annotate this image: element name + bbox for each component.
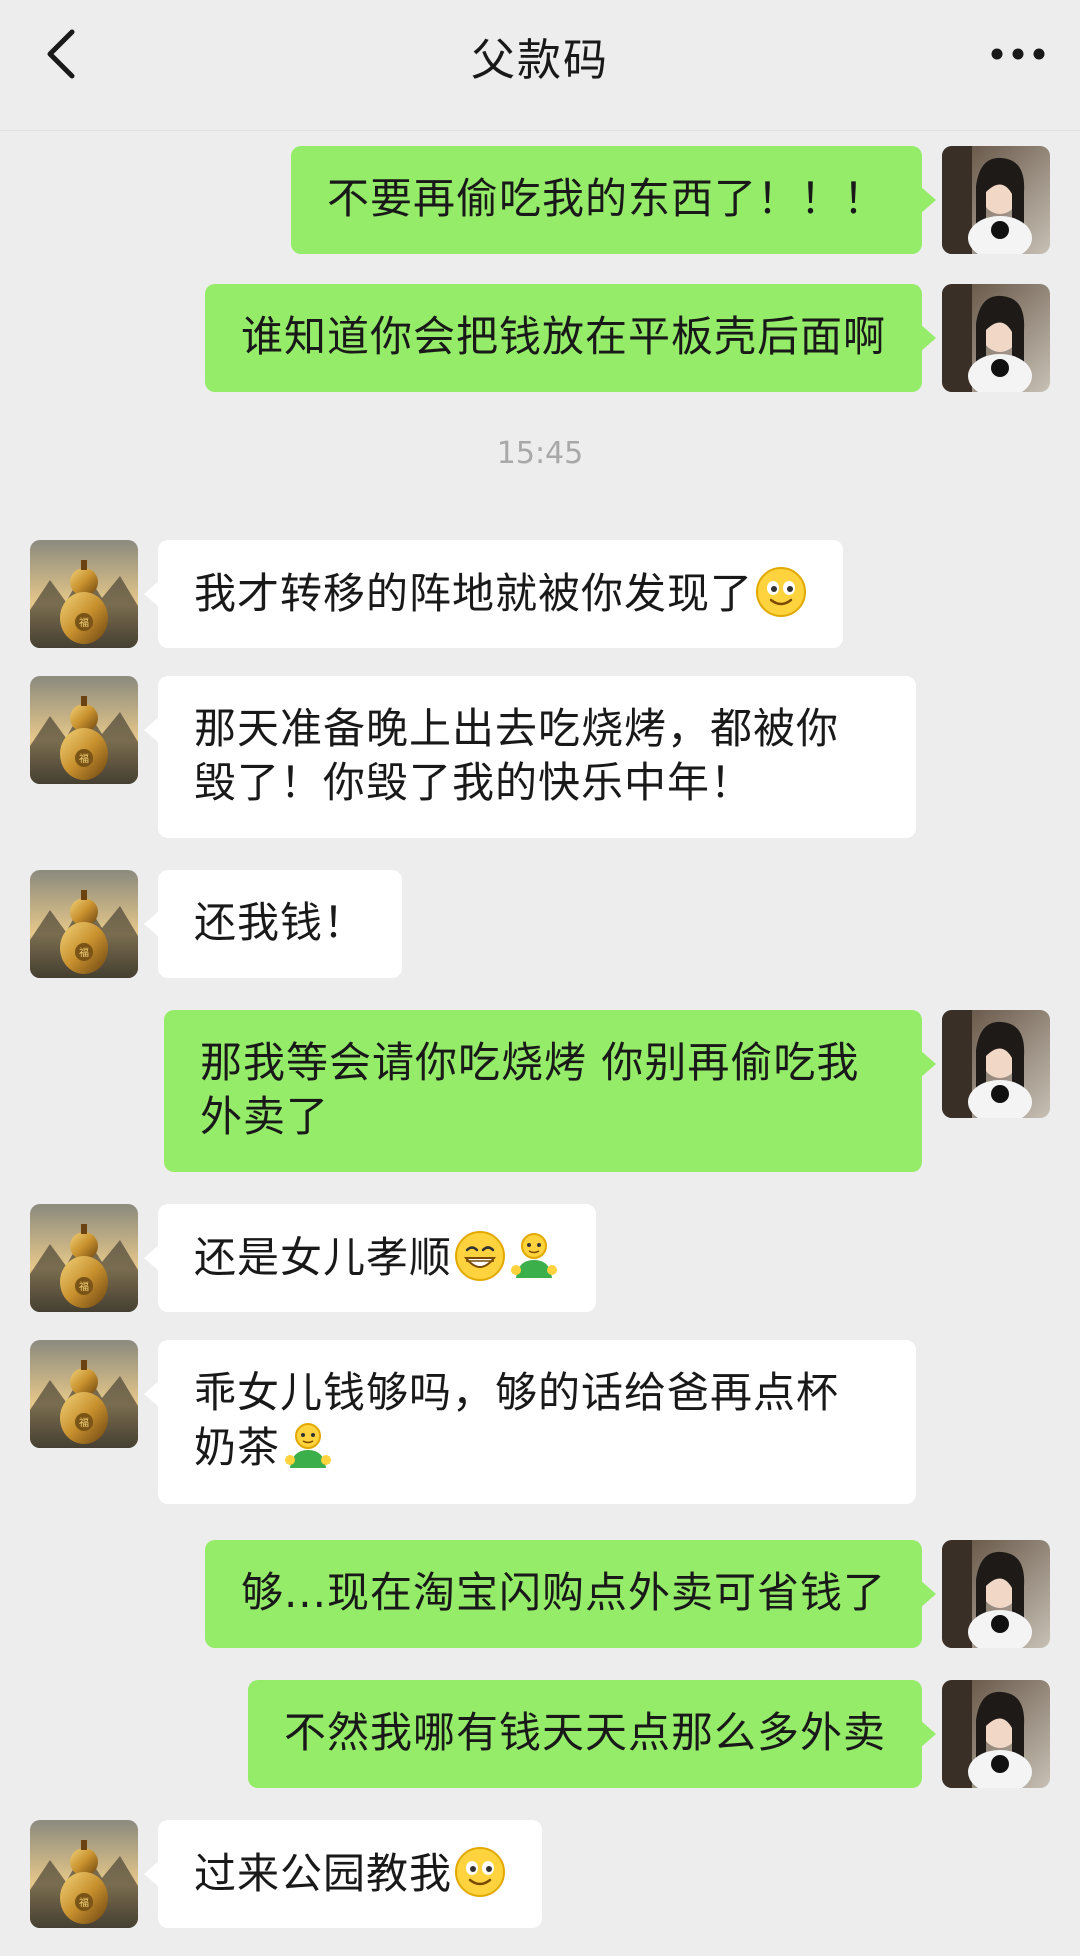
chat-header: 父款码 xyxy=(0,0,1080,131)
message-text: 够...现在淘宝闪购点外卖可省钱了 xyxy=(240,1568,886,1617)
avatar-father[interactable]: 福 xyxy=(30,870,138,978)
avatar-self[interactable] xyxy=(942,284,1050,392)
received-bubble[interactable]: 那天准备晚上出去吃烧烤，都被你 毁了！你毁了我的快乐中年！ xyxy=(144,676,916,838)
grin-emoji xyxy=(455,1231,506,1281)
sent-bubble[interactable]: 不然我哪有钱天天点那么多外卖 xyxy=(247,1680,937,1788)
svg-text:福: 福 xyxy=(79,616,89,629)
sent-bubble[interactable]: 谁知道你会把钱放在平板壳后面啊 xyxy=(204,284,937,392)
sent-bubble[interactable]: 不要再偷吃我的东西了！！！ xyxy=(290,146,937,254)
person-emoji xyxy=(285,1423,332,1468)
chat-message-list[interactable]: 不要再偷吃我的东西了！！！ 谁知道你会把钱放在平板壳后面啊 15:45 福 我才… xyxy=(0,130,1080,1956)
smile-emoji xyxy=(756,567,807,617)
smile-emoji xyxy=(455,1847,506,1897)
svg-text:福: 福 xyxy=(79,1280,89,1293)
message-text-line: 奶茶 xyxy=(194,1423,281,1472)
avatar-father[interactable]: 福 xyxy=(30,1204,138,1312)
message-text: 过来公园教我 xyxy=(194,1849,453,1898)
svg-text:福: 福 xyxy=(79,752,89,765)
received-bubble[interactable]: 还是女儿孝顺 xyxy=(143,1204,597,1312)
message-text-line-wrap: 奶茶 xyxy=(194,1420,880,1475)
chat-title: 父款码 xyxy=(471,35,609,86)
person-emoji xyxy=(511,1233,558,1278)
message-text: 谁知道你会把钱放在平板壳后面啊 xyxy=(240,312,886,361)
received-bubble[interactable]: 过来公园教我 xyxy=(143,1820,543,1928)
avatar-self[interactable] xyxy=(942,146,1050,254)
avatar-father[interactable]: 福 xyxy=(30,676,138,784)
message-text-line: 毁了！你毁了我的快乐中年！ xyxy=(194,758,754,807)
received-bubble[interactable]: 乖女儿钱够吗，够的话给爸再点杯 奶茶 xyxy=(144,1340,916,1504)
sent-bubble[interactable]: 那我等会请你吃烧烤 你别再偷吃我 外卖了 xyxy=(164,1010,936,1172)
message-text-line: 乖女儿钱够吗，够的话给爸再点杯 xyxy=(194,1368,840,1417)
more-horizontal-icon xyxy=(991,48,1045,60)
message-timestamp: 15:45 xyxy=(496,436,584,471)
avatar-father[interactable]: 福 xyxy=(30,1820,138,1928)
avatar-self[interactable] xyxy=(942,1010,1050,1118)
message-text-line: 外卖了 xyxy=(200,1092,330,1141)
sent-bubble[interactable]: 够...现在淘宝闪购点外卖可省钱了 xyxy=(204,1540,937,1648)
avatar-self[interactable] xyxy=(942,1680,1050,1788)
message-text-line: 那天准备晚上出去吃烧烤，都被你 xyxy=(194,704,840,753)
svg-text:福: 福 xyxy=(79,1896,89,1909)
message-text-line: 那我等会请你吃烧烤 你别再偷吃我 xyxy=(200,1038,860,1087)
message-text: 还是女儿孝顺 xyxy=(194,1233,453,1282)
received-bubble[interactable]: 我才转移的阵地就被你发现了 xyxy=(143,540,844,648)
svg-text:福: 福 xyxy=(79,946,89,959)
more-button[interactable] xyxy=(978,26,1058,82)
received-bubble[interactable]: 还我钱！ xyxy=(143,870,403,978)
message-text: 不然我哪有钱天天点那么多外卖 xyxy=(283,1708,886,1757)
message-text: 不要再偷吃我的东西了！！！ xyxy=(326,174,886,223)
avatar-father[interactable]: 福 xyxy=(30,540,138,648)
message-text: 我才转移的阵地就被你发现了 xyxy=(194,569,754,618)
message-text: 还我钱！ xyxy=(194,898,367,947)
avatar-self[interactable] xyxy=(942,1540,1050,1648)
avatar-father[interactable]: 福 xyxy=(30,1340,138,1448)
svg-text:福: 福 xyxy=(79,1416,89,1429)
